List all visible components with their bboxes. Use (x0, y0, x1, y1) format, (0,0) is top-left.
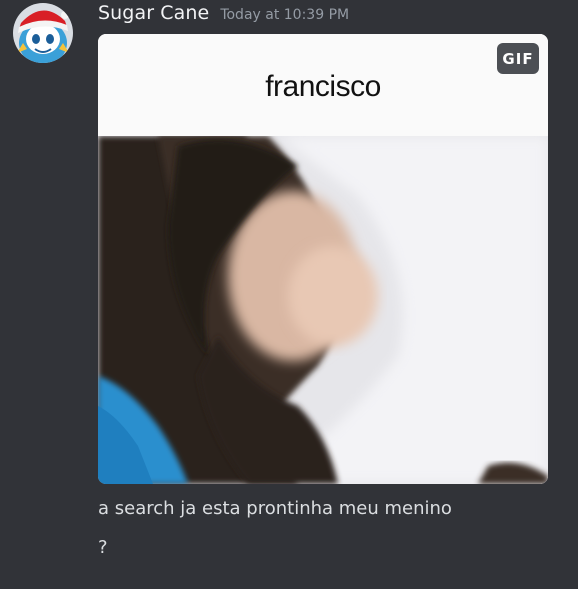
user-avatar[interactable] (13, 3, 73, 63)
chat-message: Sugar Cane Today at 10:39 PM francisco G… (0, 0, 578, 589)
author-name[interactable]: Sugar Cane (98, 2, 209, 24)
gif-badge: GIF (497, 43, 539, 74)
gif-frame-image (98, 136, 548, 484)
message-text-line: a search ja esta prontinha meu menino (98, 498, 452, 519)
gif-image (98, 136, 548, 484)
santa-hat-avatar-icon (13, 3, 73, 63)
message-text-line: ? (98, 537, 108, 558)
gif-embed[interactable]: francisco GIF (98, 34, 548, 484)
message-timestamp[interactable]: Today at 10:39 PM (220, 7, 349, 23)
gif-caption: francisco (265, 70, 381, 103)
gif-caption-area: francisco (98, 34, 548, 136)
message-header: Sugar Cane Today at 10:39 PM (98, 2, 349, 30)
